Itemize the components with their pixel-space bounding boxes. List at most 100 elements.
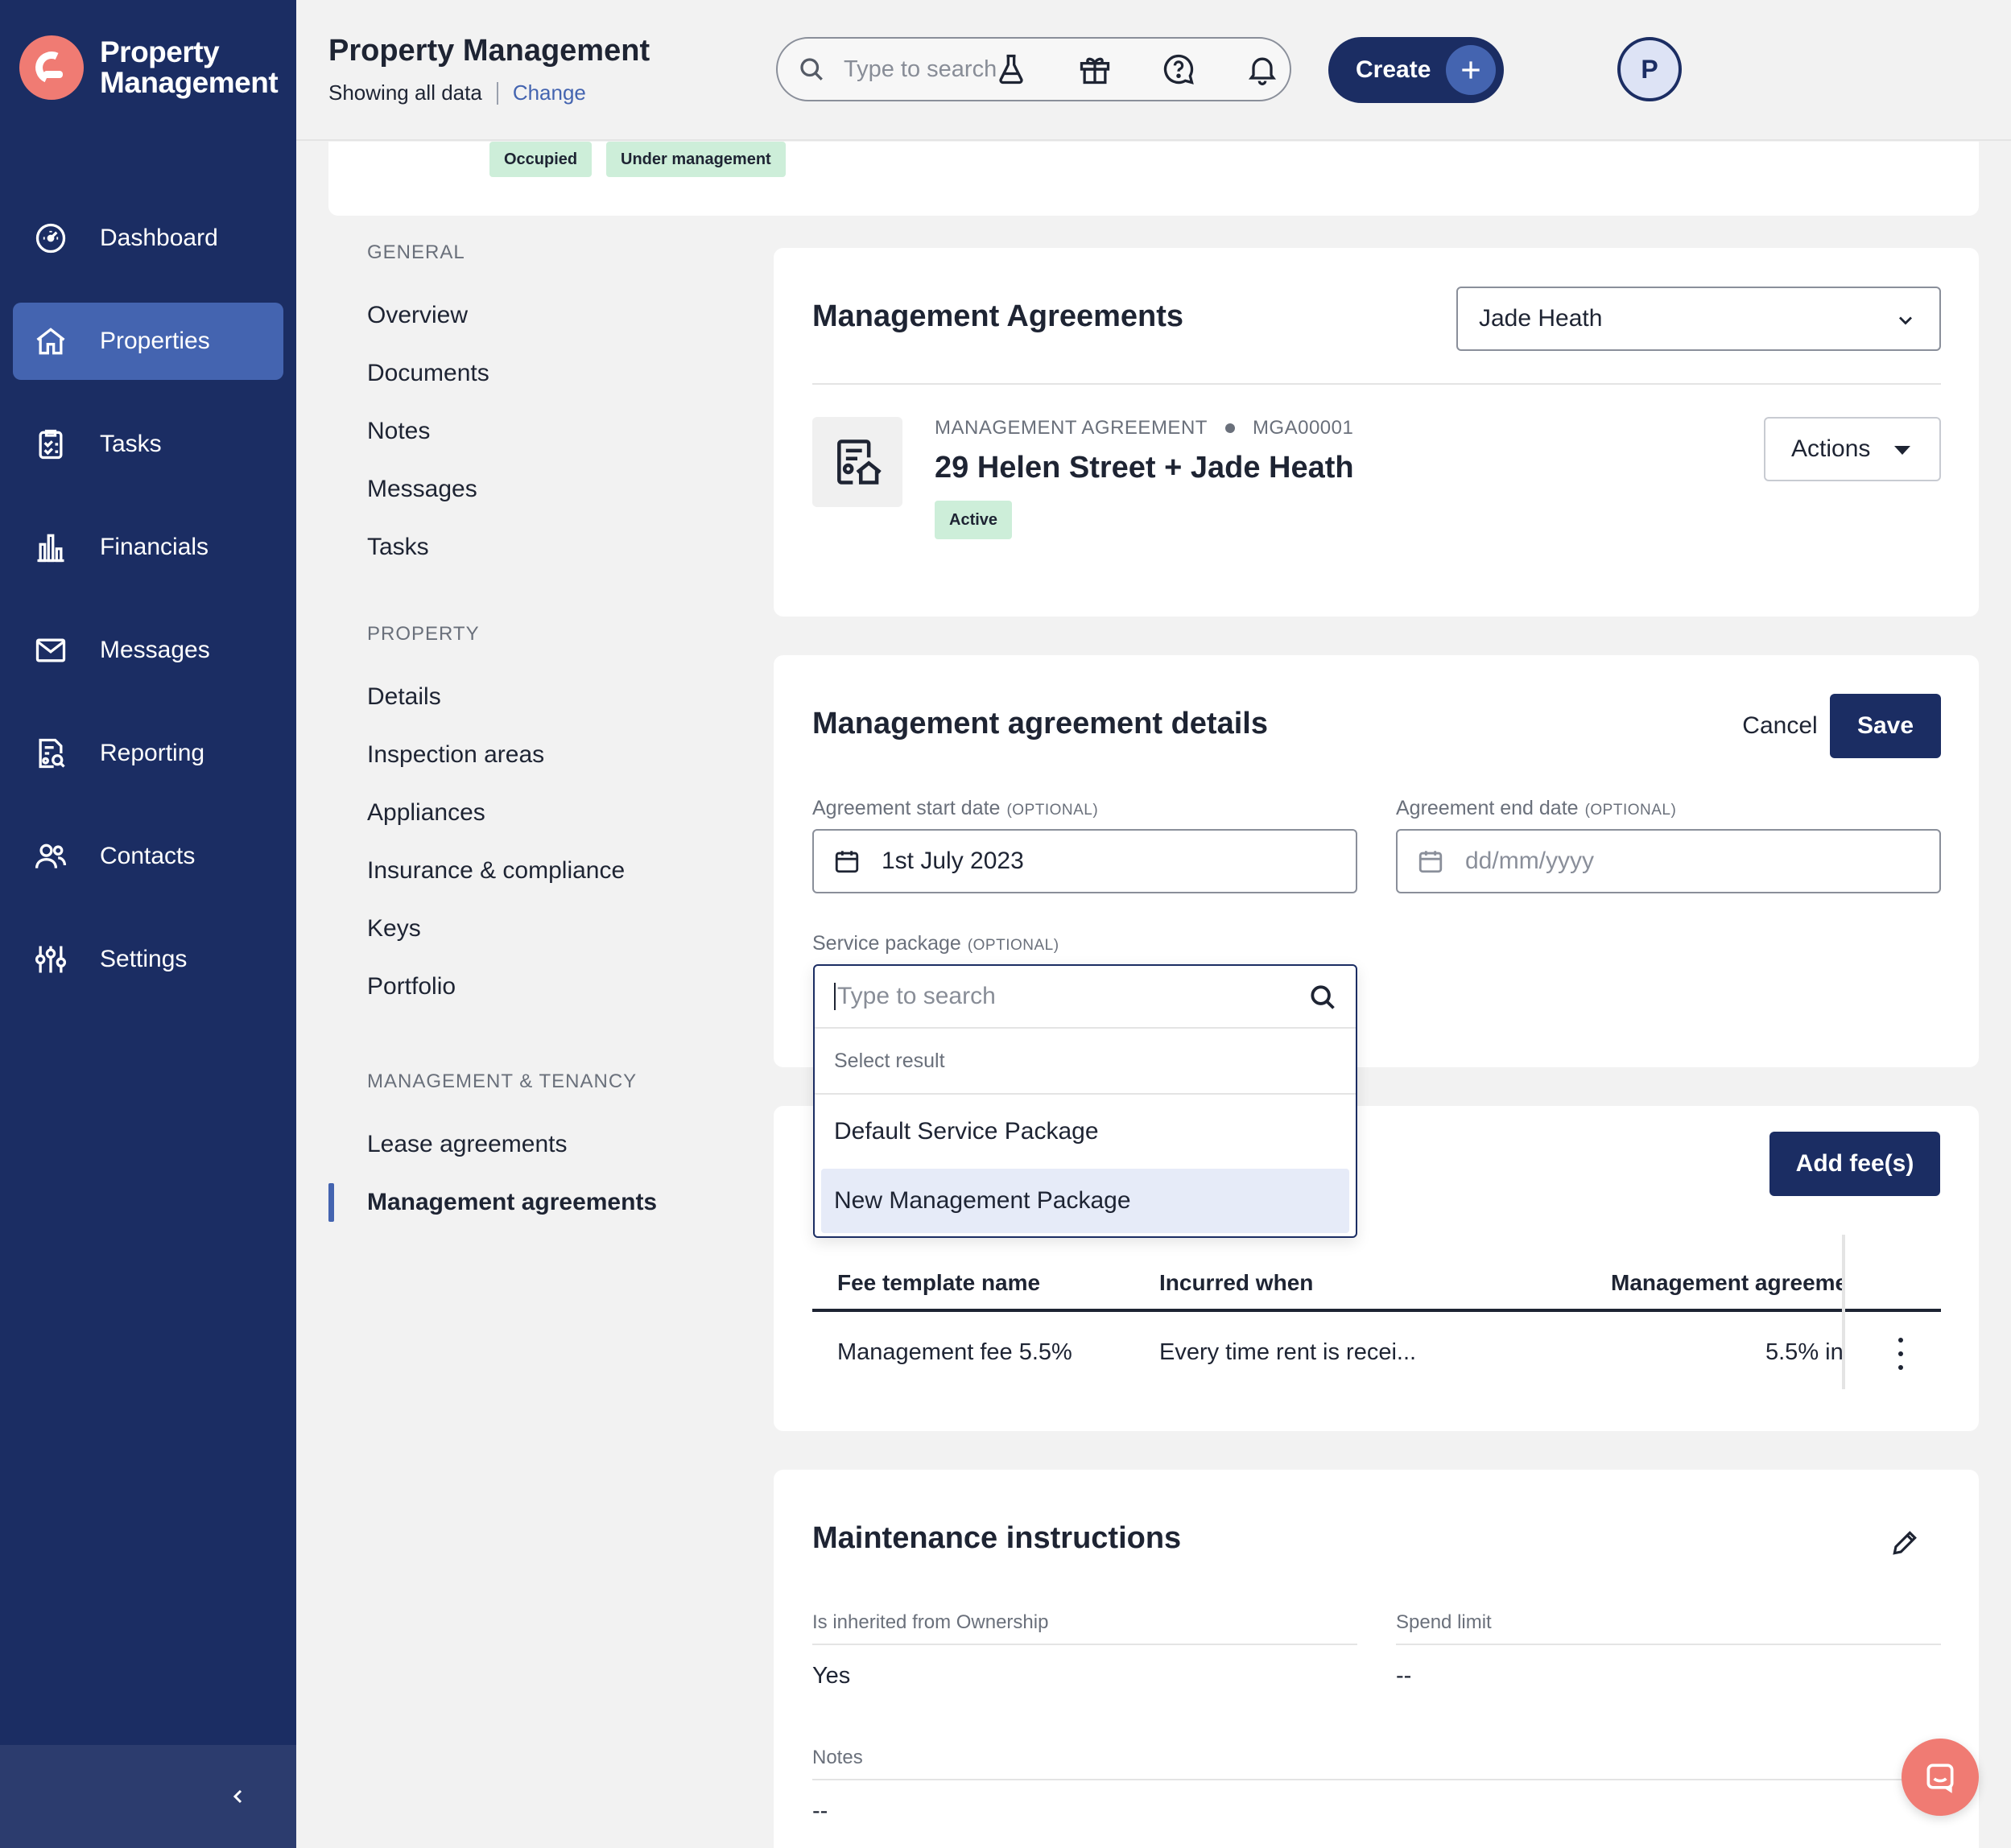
subnav-insurance[interactable]: Insurance & compliance [328,842,747,900]
subnav-inspection-areas[interactable]: Inspection areas [328,726,747,784]
agreement-meta: MANAGEMENT AGREEMENT MGA00001 [935,417,1353,439]
column-fee-template-name[interactable]: Fee template name [837,1270,1040,1296]
end-date-field[interactable]: dd/mm/yyyy [1396,829,1941,893]
property-summary-card: Occupied Under management [328,142,1979,216]
collapse-sidebar-button[interactable] [222,1780,254,1813]
app-logo[interactable]: Property Management [19,35,279,100]
chevron-left-icon [233,1789,242,1804]
column-scroll-edge [1842,1235,1845,1389]
column-clip: Management agreeme [1595,1259,1843,1307]
divider [812,1779,1941,1780]
table-header-rule [812,1309,1941,1312]
notes-label: Notes [812,1747,863,1768]
nav-properties[interactable]: Properties [13,303,283,380]
logo-line-1: Property [100,35,220,68]
option-default-service-package[interactable]: Default Service Package [821,1099,1349,1164]
dropdown-search-input[interactable] [834,983,1285,1010]
nav-financials[interactable]: Financials [13,509,283,586]
bar-chart-icon [32,529,69,566]
dot-separator [1224,423,1235,433]
subnav-portfolio[interactable]: Portfolio [328,958,747,1016]
section-property: PROPERTY [367,623,480,645]
status-tag-management: Under management [606,142,786,177]
help-icon[interactable] [1158,48,1200,90]
subnav-management-agreements[interactable]: Management agreements [328,1174,747,1231]
flask-icon[interactable] [990,48,1032,90]
nav-settings[interactable]: Settings [13,921,283,998]
chat-icon [1926,1763,1954,1793]
nav-dashboard[interactable]: Dashboard [13,200,283,277]
owner-select[interactable]: Jade Heath [1456,287,1941,351]
nav-label: Settings [100,946,188,972]
optional-tag: (OPTIONAL) [1006,802,1099,819]
agreement-document-icon [812,417,902,507]
actions-button[interactable]: Actions [1764,417,1941,481]
change-link[interactable]: Change [513,80,586,105]
create-button[interactable]: Create [1328,37,1504,103]
chevron-down-icon [1899,316,1912,325]
plus-icon [1446,45,1496,95]
service-package-label: Service package (OPTIONAL) [812,932,1059,955]
property-subnav: GENERAL Overview Documents Notes Message… [328,241,747,1231]
nav-label: Financials [100,534,209,560]
nav-tasks[interactable]: Tasks [13,406,283,483]
column-incurred-when[interactable]: Incurred when [1159,1270,1313,1296]
dropdown-search[interactable] [815,966,1356,1029]
nav-contacts[interactable]: Contacts [13,818,283,895]
nav-messages[interactable]: Messages [13,612,283,689]
chat-launcher-button[interactable] [1902,1739,1979,1816]
top-header: Property Management Showing all data Cha… [296,0,2011,141]
subnav-documents[interactable]: Documents [328,344,747,402]
fee-value-cell: 5.5% in [1765,1339,1844,1365]
clipboard-icon [32,426,69,463]
subnav-tasks[interactable]: Tasks [328,518,747,576]
global-search[interactable] [776,37,1291,101]
user-avatar[interactable]: P [1617,37,1682,101]
end-date-label-text: Agreement end date [1396,797,1579,819]
add-fees-button[interactable]: Add fee(s) [1769,1132,1940,1196]
subnav-appliances[interactable]: Appliances [328,784,747,842]
details-title: Management agreement details [812,707,1268,740]
status-badge: Active [935,501,1013,539]
subnav-notes[interactable]: Notes [328,402,747,460]
search-input[interactable] [844,56,1262,83]
subnav-overview[interactable]: Overview [328,287,747,344]
search-icon [1311,985,1335,1009]
page-title: Property Management [328,34,650,68]
divider [496,81,498,105]
start-date-field[interactable]: 1st July 2023 [812,829,1357,893]
subnav-lease-agreements[interactable]: Lease agreements [328,1116,747,1174]
fee-name-cell: Management fee 5.5% [837,1339,1072,1365]
gift-icon[interactable] [1074,48,1116,90]
option-new-management-package[interactable]: New Management Package [821,1169,1349,1233]
subnav-messages[interactable]: Messages [328,460,747,518]
home-icon [32,323,69,360]
contacts-icon [32,838,69,875]
agreement-type: MANAGEMENT AGREEMENT [935,417,1208,439]
bell-icon[interactable] [1241,48,1283,90]
start-date-value: 1st July 2023 [882,848,1024,874]
nav-reporting[interactable]: Reporting [13,715,283,792]
actions-label: Actions [1791,435,1871,462]
end-date-placeholder: dd/mm/yyyy [1465,848,1595,874]
nav-label: Reporting [100,740,205,766]
subnav-keys[interactable]: Keys [328,900,747,958]
fee-when-cell: Every time rent is recei... [1159,1339,1417,1365]
start-date-label-text: Agreement start date [812,797,1001,819]
pencil-icon [1893,1531,1917,1555]
dashboard-icon [32,220,69,257]
column-management-agreement[interactable]: Management agreeme [1611,1270,1843,1296]
row-menu-icon[interactable] [1888,1338,1914,1370]
save-button[interactable]: Save [1830,694,1941,758]
edit-maintenance-button[interactable] [1885,1523,1925,1563]
sidebar-footer [0,1745,296,1848]
inherited-label: Is inherited from Ownership [812,1611,1049,1633]
search-icon [800,58,823,80]
notes-value: -- [812,1798,828,1824]
optional-tag: (OPTIONAL) [967,937,1059,954]
report-search-icon [32,735,69,772]
sliders-icon [32,941,69,978]
subnav-details[interactable]: Details [328,668,747,726]
nav-label: Dashboard [100,225,218,251]
service-package-dropdown[interactable]: Select result Default Service Package Ne… [813,964,1357,1238]
